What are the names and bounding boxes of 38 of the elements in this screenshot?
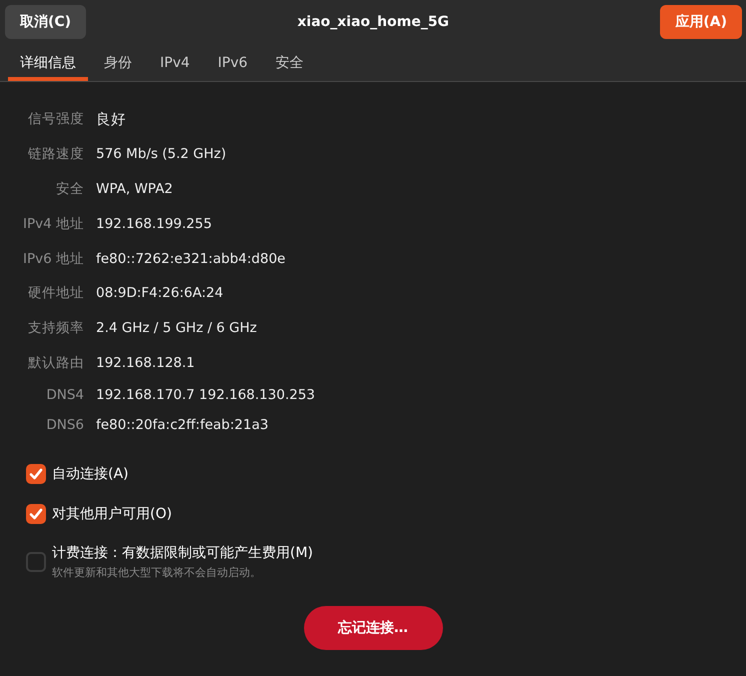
detail-label: 链路速度 (27, 145, 84, 164)
window-title: xiao_xiao_home_5G (297, 14, 450, 30)
checkbox[interactable] (26, 504, 46, 524)
tab[interactable]: IPv4 (148, 44, 202, 81)
detail-label: IPv6 地址 (22, 250, 84, 269)
detail-value: 良好 (96, 110, 127, 130)
checkbox-label: 对其他用户可用(O) (52, 505, 172, 524)
detail-label: 硬件地址 (27, 284, 84, 304)
detail-label: DNS4 (45, 386, 84, 406)
detail-label: 信号强度 (27, 110, 84, 130)
detail-value: 192.168.199.255 (96, 214, 213, 234)
detail-value: WPA, WPA2 (96, 180, 174, 199)
tab[interactable]: 身份 (92, 44, 144, 81)
detail-label: IPv4 地址 (22, 214, 84, 234)
checkbox[interactable] (26, 464, 46, 484)
checkmark-icon (29, 508, 43, 520)
detail-value: 08:9D:F4:26:6A:24 (96, 284, 224, 304)
detail-label: 安全 (55, 180, 84, 199)
detail-label: 支持频率 (27, 319, 84, 338)
tab[interactable]: IPv6 (206, 44, 260, 81)
detail-value: 576 Mb/s (5.2 GHz) (96, 145, 228, 164)
checkmark-icon (29, 468, 43, 480)
tab[interactable]: 详细信息 (8, 44, 88, 81)
tab[interactable]: 安全 (264, 44, 316, 81)
cancel-button[interactable]: 取消(C) (5, 5, 86, 39)
forget-connection-button[interactable]: 忘记连接… (304, 606, 442, 650)
checkbox-label: 计费连接：有数据限制或可能产生费用(M) (52, 544, 314, 562)
hint-text: 软件更新和其他大型下载将不会自动启动。 (52, 565, 262, 580)
detail-value: fe80::20fa:c2ff:feab:21a3 (96, 416, 270, 436)
detail-value: 192.168.170.7 192.168.130.253 (96, 386, 316, 406)
detail-value: fe80::7262:e321:abb4:d80e (96, 250, 286, 269)
detail-value: 2.4 GHz / 5 GHz / 6 GHz (96, 319, 258, 338)
detail-label: 默认路由 (27, 354, 84, 373)
apply-button[interactable]: 应用(A) (660, 5, 742, 39)
detail-label: DNS6 (45, 416, 84, 436)
detail-value: 192.168.128.1 (96, 354, 196, 373)
checkbox-label: 自动连接(A) (52, 465, 129, 484)
checkbox[interactable] (26, 552, 46, 572)
